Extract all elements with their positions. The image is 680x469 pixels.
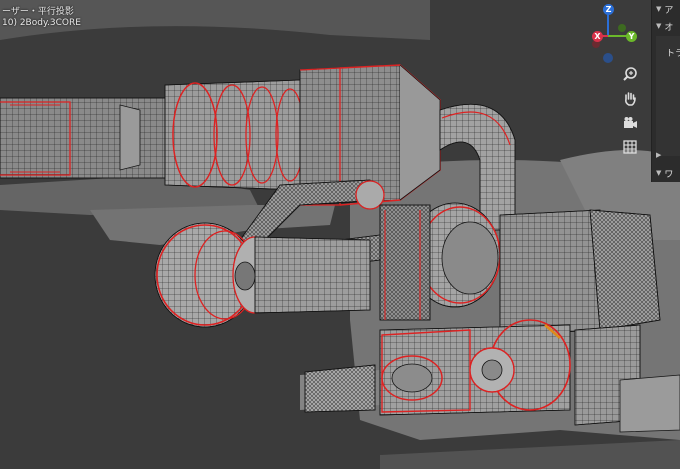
chevron-down-icon: ▼: [656, 22, 662, 30]
grid-icon: [623, 140, 637, 154]
chevron-down-icon: ▼: [656, 169, 662, 177]
wheel-assembly: [154, 222, 371, 328]
viewport-scene: [0, 0, 680, 469]
y-axis-handle[interactable]: Y: [626, 31, 637, 42]
camera-view-button[interactable]: [622, 115, 644, 137]
zoom-icon: [623, 67, 637, 81]
lower-gearbox: [379, 319, 571, 416]
panel-header-label: ア: [664, 5, 674, 16]
3d-viewport[interactable]: ーザー・平行投影 10) 2Body.3CORE Z X Y ▼ ア ▼ オ ト…: [0, 0, 680, 469]
panel-header-4[interactable]: ▼ ワ: [652, 164, 680, 182]
z-axis-handle[interactable]: Z: [603, 4, 614, 15]
sidebar-panel[interactable]: ▼ ア ▼ オ トラ ▶ ▼ ワ: [651, 0, 680, 182]
panel-body-label: トラ: [666, 49, 680, 59]
ortho-toggle-button[interactable]: [622, 139, 644, 161]
navigation-gizmo[interactable]: Z X Y: [582, 0, 642, 72]
zoom-button[interactable]: [622, 66, 644, 88]
active-object-label: 10) 2Body.3CORE: [2, 18, 81, 28]
chevron-right-icon: ▶: [656, 151, 662, 159]
chevron-down-icon: ▼: [656, 5, 662, 13]
panel-header-2[interactable]: ▼ オ: [652, 17, 680, 35]
pan-button[interactable]: [622, 90, 644, 112]
panel-header-label: オ: [664, 22, 674, 33]
panel-header-3[interactable]: ▶: [652, 146, 680, 164]
panel-header-1[interactable]: ▼ ア: [652, 0, 680, 18]
camera-icon: [624, 117, 637, 128]
hand-icon: [625, 92, 636, 106]
left-cylinder: [0, 97, 171, 179]
panel-header-label: ワ: [664, 169, 674, 180]
view-name-label: ーザー・平行投影: [2, 7, 74, 17]
x-axis-handle[interactable]: X: [592, 31, 603, 42]
